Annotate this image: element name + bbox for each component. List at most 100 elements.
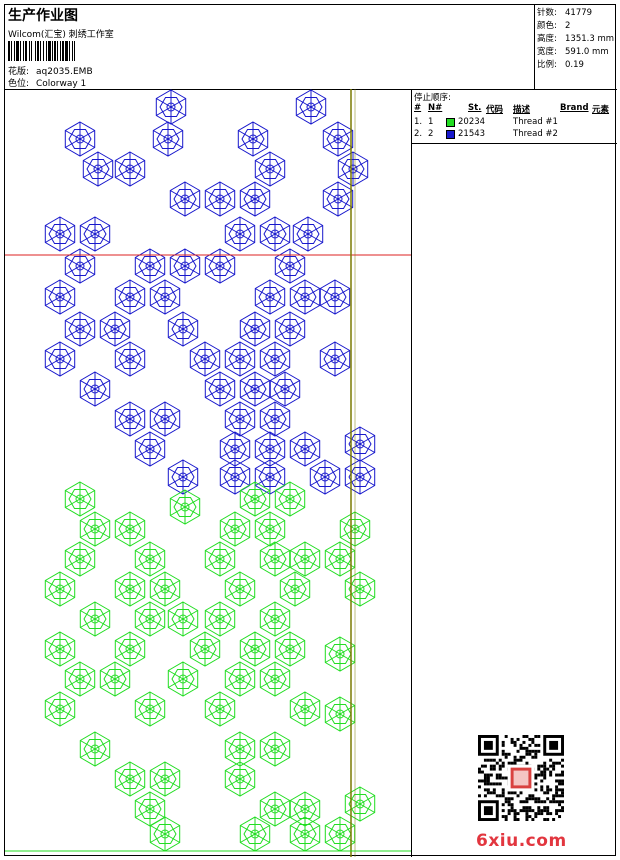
col-num: # bbox=[414, 103, 422, 113]
hexagon-star-motif-icon bbox=[79, 731, 111, 767]
hexagon-star-motif-icon bbox=[344, 426, 376, 462]
qr-code-icon bbox=[478, 735, 564, 821]
hexagon-star-motif-icon bbox=[149, 571, 181, 607]
hexagon-star-motif-icon bbox=[204, 248, 236, 284]
hexagon-star-motif-icon bbox=[274, 481, 306, 517]
stat-stitches: 针数: 41779 bbox=[537, 8, 593, 18]
colorway-label: 色位: bbox=[8, 79, 30, 89]
hexagon-star-motif-icon bbox=[259, 731, 291, 767]
hexagon-star-motif-icon bbox=[64, 311, 96, 347]
hexagon-star-motif-icon bbox=[239, 181, 271, 217]
hexagon-star-motif-icon bbox=[224, 661, 256, 697]
hexagon-star-motif-icon bbox=[224, 216, 256, 252]
hexagon-star-motif-icon bbox=[269, 371, 301, 407]
hexagon-star-motif-icon bbox=[189, 631, 221, 667]
hexagon-star-motif-icon bbox=[337, 151, 369, 187]
hexagon-star-motif-icon bbox=[167, 311, 199, 347]
hexagon-star-motif-icon bbox=[219, 459, 251, 495]
hexagon-star-motif-icon bbox=[44, 631, 76, 667]
col-n: N# bbox=[428, 103, 443, 113]
hexagon-star-motif-icon bbox=[204, 181, 236, 217]
hexagon-star-motif-icon bbox=[322, 181, 354, 217]
hexagon-star-motif-icon bbox=[239, 311, 271, 347]
hexagon-star-motif-icon bbox=[319, 341, 351, 377]
hexagon-star-motif-icon bbox=[169, 248, 201, 284]
hexagon-star-motif-icon bbox=[79, 511, 111, 547]
stat-width: 宽度: 591.0 mm bbox=[537, 47, 609, 57]
col-st: St. bbox=[468, 103, 482, 113]
hexagon-star-motif-icon bbox=[44, 691, 76, 727]
thread-color-swatch bbox=[446, 130, 455, 139]
hexagon-star-motif-icon bbox=[44, 571, 76, 607]
hexagon-star-motif-icon bbox=[64, 248, 96, 284]
hexagon-star-motif-icon bbox=[134, 248, 166, 284]
hexagon-star-motif-icon bbox=[114, 279, 146, 315]
hexagon-star-motif-icon bbox=[134, 601, 166, 637]
sheet-header: 生产作业图 Wilcom(汇宝) 刺绣工作室 花版: aq2035.EMB 色位:… bbox=[5, 5, 535, 89]
panel-divider bbox=[412, 143, 617, 144]
hexagon-star-motif-icon bbox=[99, 311, 131, 347]
hexagon-star-motif-icon bbox=[204, 601, 236, 637]
hexagon-star-motif-icon bbox=[134, 691, 166, 727]
hexagon-star-motif-icon bbox=[44, 341, 76, 377]
stats-box: 针数: 41779 颜色: 2 高度: 1351.3 mm 宽度: 591.0 mm 比… bbox=[535, 5, 617, 89]
stat-colors: 颜色: 2 bbox=[537, 21, 571, 31]
hexagon-star-motif-icon bbox=[79, 216, 111, 252]
hexagon-star-motif-icon bbox=[149, 279, 181, 315]
hexagon-star-motif-icon bbox=[259, 661, 291, 697]
hexagon-star-motif-icon bbox=[169, 489, 201, 525]
hexagon-star-motif-icon bbox=[204, 691, 236, 727]
watermark: 6xiu.com bbox=[476, 831, 567, 851]
hexagon-star-motif-icon bbox=[44, 279, 76, 315]
hexagon-star-motif-icon bbox=[279, 571, 311, 607]
hexagon-star-motif-icon bbox=[64, 541, 96, 577]
hexagon-star-motif-icon bbox=[169, 181, 201, 217]
hexagon-star-motif-icon bbox=[204, 371, 236, 407]
hexagon-star-motif-icon bbox=[254, 459, 286, 495]
hexagon-star-motif-icon bbox=[152, 121, 184, 157]
studio-name: Wilcom(汇宝) 刺绣工作室 bbox=[8, 30, 114, 40]
colorway-row: 色位: Colorway 1 bbox=[8, 76, 86, 89]
hexagon-star-motif-icon bbox=[149, 816, 181, 852]
hexagon-star-motif-icon bbox=[64, 481, 96, 517]
hexagon-star-motif-icon bbox=[224, 341, 256, 377]
sheet-title: 生产作业图 bbox=[8, 8, 78, 24]
hexagon-star-motif-icon bbox=[289, 691, 321, 727]
stop-sequence-panel: 停止顺序: # N# St. 代码 描述 Brand 元素 1. 1 20234… bbox=[412, 89, 617, 857]
design-preview bbox=[5, 89, 412, 857]
hexagon-star-motif-icon bbox=[189, 341, 221, 377]
hexagon-star-motif-icon bbox=[322, 121, 354, 157]
colorway-value: Colorway 1 bbox=[36, 79, 87, 89]
hexagon-star-motif-icon bbox=[114, 631, 146, 667]
hexagon-star-motif-icon bbox=[114, 341, 146, 377]
hexagon-star-motif-icon bbox=[289, 279, 321, 315]
hexagon-star-motif-icon bbox=[224, 571, 256, 607]
col-brand: Brand bbox=[560, 103, 589, 113]
hexagon-star-motif-icon bbox=[114, 571, 146, 607]
embroidery-pattern bbox=[5, 89, 411, 857]
hexagon-star-motif-icon bbox=[259, 216, 291, 252]
hexagon-star-motif-icon bbox=[224, 401, 256, 437]
hexagon-star-motif-icon bbox=[344, 571, 376, 607]
hexagon-star-motif-icon bbox=[134, 431, 166, 467]
hexagon-star-motif-icon bbox=[289, 431, 321, 467]
hexagon-star-motif-icon bbox=[79, 371, 111, 407]
hexagon-star-motif-icon bbox=[134, 791, 166, 827]
hexagon-star-motif-icon bbox=[239, 371, 271, 407]
hexagon-star-motif-icon bbox=[44, 216, 76, 252]
hexagon-star-motif-icon bbox=[167, 459, 199, 495]
hexagon-star-motif-icon bbox=[259, 791, 291, 827]
hexagon-star-motif-icon bbox=[259, 541, 291, 577]
hexagon-star-motif-icon bbox=[82, 151, 114, 187]
hexagon-star-motif-icon bbox=[289, 816, 321, 852]
hexagon-star-motif-icon bbox=[254, 151, 286, 187]
hexagon-star-motif-icon bbox=[254, 511, 286, 547]
hexagon-star-motif-icon bbox=[114, 401, 146, 437]
stat-scale: 比例: 0.19 bbox=[537, 60, 584, 70]
hexagon-star-motif-icon bbox=[134, 541, 166, 577]
hexagon-star-motif-icon bbox=[155, 89, 187, 125]
hexagon-star-motif-icon bbox=[167, 661, 199, 697]
hexagon-star-motif-icon bbox=[239, 816, 271, 852]
hexagon-star-motif-icon bbox=[149, 761, 181, 797]
hexagon-star-motif-icon bbox=[114, 151, 146, 187]
